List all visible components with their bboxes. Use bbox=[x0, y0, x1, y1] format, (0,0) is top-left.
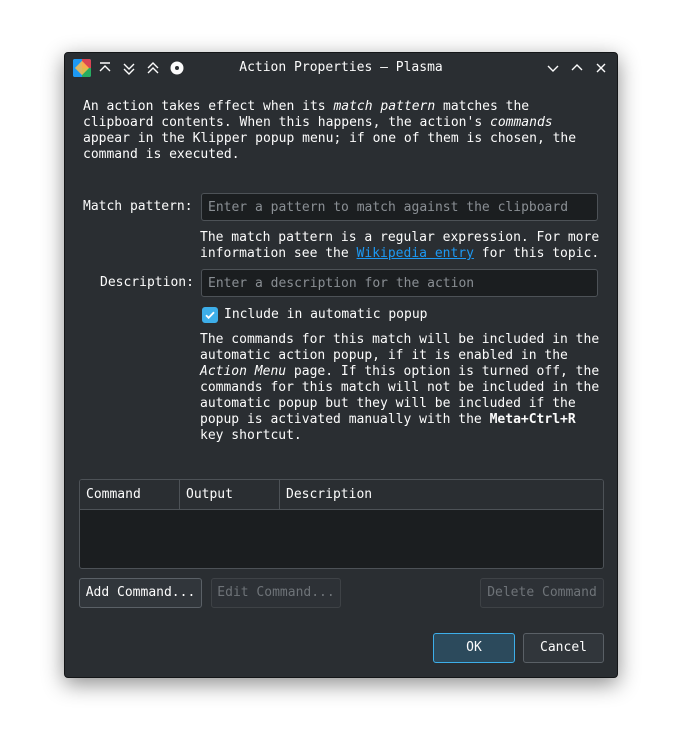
check-icon bbox=[205, 311, 215, 320]
on-all-desktops-icon[interactable] bbox=[169, 60, 185, 76]
auto-popup-help-line-7: key shortcut. bbox=[200, 428, 302, 443]
minimize-icon[interactable] bbox=[545, 60, 561, 76]
auto-popup-help-line-1: The commands for this match will be incl… bbox=[200, 332, 600, 347]
auto-popup-help-line-4: commands for this match will not be incl… bbox=[200, 380, 600, 395]
auto-popup-help-line-3: Action Menu page. If this option is turn… bbox=[200, 364, 600, 379]
edit-command-button[interactable]: Edit Command... bbox=[211, 578, 341, 608]
intro-line-1: An action takes effect when its match pa… bbox=[83, 99, 530, 114]
intro-line-3: appear in the Klipper popup menu; if one… bbox=[83, 131, 577, 146]
close-icon[interactable] bbox=[593, 60, 609, 76]
keep-above-icon[interactable] bbox=[97, 60, 113, 76]
intro-line-4: command is executed. bbox=[83, 147, 240, 162]
window-title: Action Properties — Plasma bbox=[239, 60, 443, 75]
action-properties-window: Action Properties — Plasma An action tak… bbox=[64, 52, 618, 678]
shade-icon[interactable] bbox=[145, 60, 161, 76]
column-header-command[interactable]: Command bbox=[80, 480, 180, 509]
maximize-icon[interactable] bbox=[569, 60, 585, 76]
wikipedia-link[interactable]: Wikipedia entry bbox=[357, 246, 474, 261]
column-header-output[interactable]: Output bbox=[180, 480, 280, 509]
match-pattern-input[interactable] bbox=[201, 193, 598, 221]
add-command-button[interactable]: Add Command... bbox=[79, 578, 202, 608]
match-pattern-help-line-1: The match pattern is a regular expressio… bbox=[200, 230, 600, 245]
delete-command-button[interactable]: Delete Command bbox=[480, 578, 604, 608]
auto-popup-help-line-6: popup is activated manually with the Met… bbox=[200, 412, 576, 427]
auto-popup-label[interactable]: Include in automatic popup bbox=[224, 307, 428, 323]
match-pattern-help-line-2: information see the Wikipedia entry for … bbox=[200, 246, 600, 261]
intro-line-2: clipboard contents. When this happens, t… bbox=[83, 115, 553, 130]
cancel-button[interactable]: Cancel bbox=[523, 633, 604, 663]
ok-button[interactable]: OK bbox=[433, 633, 515, 663]
titlebar[interactable]: Action Properties — Plasma bbox=[65, 53, 617, 83]
commands-table[interactable]: Command Output Description bbox=[79, 479, 604, 569]
klipper-app-icon[interactable] bbox=[73, 59, 91, 77]
auto-popup-checkbox[interactable] bbox=[202, 307, 218, 323]
keep-below-icon[interactable] bbox=[121, 60, 137, 76]
auto-popup-help-line-2: automatic action popup, if it is enabled… bbox=[200, 348, 568, 363]
commands-table-header: Command Output Description bbox=[80, 480, 603, 510]
match-pattern-label: Match pattern: bbox=[83, 199, 193, 214]
column-header-description[interactable]: Description bbox=[280, 480, 603, 509]
description-input[interactable] bbox=[201, 269, 598, 297]
description-label: Description: bbox=[100, 275, 194, 290]
auto-popup-help-line-5: automatic popup but they will be include… bbox=[200, 396, 576, 411]
